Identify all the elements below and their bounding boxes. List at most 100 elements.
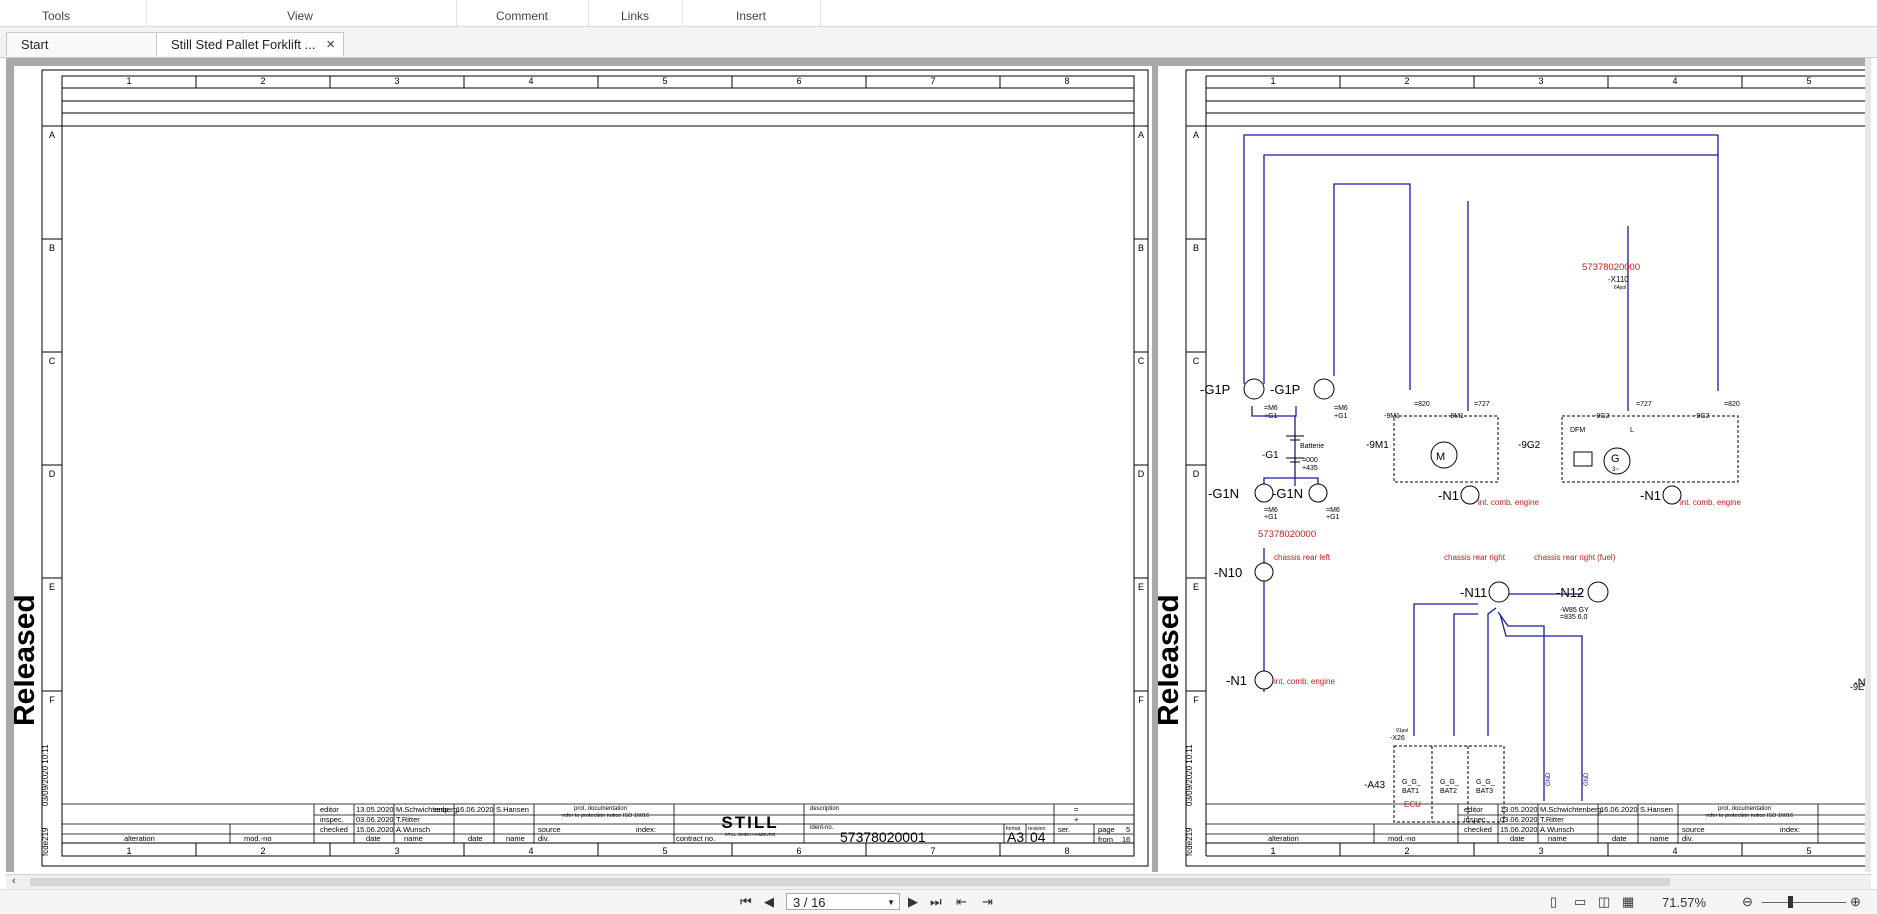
col-top-4: 4 <box>528 76 533 86</box>
tb-name-2: name <box>1650 834 1669 843</box>
label-9g2-left: -9G2 <box>1518 440 1541 451</box>
part-number-top: 57378020000 <box>1582 262 1640 273</box>
chevron-down-icon[interactable]: ▼ <box>887 894 895 911</box>
document-tab-bar: Start Still Sted Pallet Forklift ... × ▼ <box>0 27 1877 71</box>
label-m6-4: =M6 <box>1326 507 1340 514</box>
zoom-slider-handle[interactable] <box>1788 896 1793 908</box>
label-n10: -N10 <box>1214 565 1242 580</box>
label-m6-3: =M6 <box>1264 507 1278 514</box>
document-viewer[interactable]: 1 1 2 2 3 3 4 4 5 5 6 6 7 7 8 8 A A B B C C D D E E F F Released 0… <box>6 58 1871 872</box>
tb-prot-doc: prot. documentation <box>1718 806 1771 812</box>
vertical-scrollbar[interactable] <box>1865 58 1871 872</box>
tb-format: A3 <box>1007 829 1024 845</box>
col-bottom-8: 8 <box>1064 846 1069 856</box>
minus-icon[interactable]: ⊖ <box>1742 894 1753 910</box>
row-left-A: A <box>1193 130 1199 140</box>
label-w85: -W85 GY <box>1560 607 1589 614</box>
scrollbar-thumb[interactable] <box>30 878 1670 886</box>
label-g1n-1: -G1N <box>1208 486 1239 501</box>
released-watermark: Released <box>14 594 41 726</box>
tb-editor-label: editor <box>320 805 339 814</box>
ribbon-group-tools[interactable]: Tools <box>34 9 78 23</box>
label-9m1-pin-2: -9M1 <box>1448 413 1464 420</box>
col-top-7: 7 <box>930 76 935 86</box>
continuous-facing-view-icon[interactable]: ▦ <box>1622 894 1634 910</box>
label-g1p-1: -G1P <box>1200 382 1230 397</box>
forward-view-icon[interactable]: ⇥ <box>982 894 993 910</box>
label-g1ref-1: +G1 <box>1264 413 1278 420</box>
row-left-F: F <box>1193 695 1199 705</box>
tb-editor-name: M.Schwichtenberg <box>1540 805 1602 814</box>
generator-symbol: G <box>1611 453 1620 465</box>
back-view-icon[interactable]: ⇤ <box>956 894 967 910</box>
col-bottom-1: 1 <box>1270 846 1275 856</box>
label-ecu: ECU <box>1404 800 1421 809</box>
single-page-view-icon[interactable]: ▯ <box>1550 894 1557 910</box>
tb-date: date <box>1510 834 1525 843</box>
tb-editor-date: 13.05.2020 <box>1500 805 1538 814</box>
tb-checked-label: checked <box>1464 825 1492 834</box>
tb-mod-no: mod.-no <box>244 834 272 843</box>
tb-alteration: alteration <box>1268 834 1299 843</box>
tb-resp-date: 16.06.2020 <box>1600 805 1638 814</box>
col-top-8: 8 <box>1064 76 1069 86</box>
tb-date-2: date <box>1612 834 1627 843</box>
continuous-view-icon[interactable]: ▭ <box>1574 894 1586 910</box>
label-g1n-2: -G1N <box>1272 486 1303 501</box>
zoom-slider[interactable] <box>1762 902 1846 903</box>
col-bottom-6: 6 <box>796 846 801 856</box>
page-number-input[interactable]: 3 / 16 ▼ <box>786 893 900 910</box>
tb-checked-name: A.Wunsch <box>396 825 430 834</box>
page-right: 1 1 2 2 3 3 4 4 5 5 A B C D E F Released 03/09/2020 10… <box>1152 66 1871 872</box>
row-left-D: D <box>1193 469 1200 479</box>
prev-page-icon[interactable]: ◀ <box>764 894 774 910</box>
col-top-6: 6 <box>796 76 801 86</box>
col-bottom-3: 3 <box>1538 846 1543 856</box>
col-bottom-5: 5 <box>662 846 667 856</box>
label-m6-1: =M6 <box>1264 405 1278 412</box>
row-left-B: B <box>49 243 55 253</box>
tb-from: 16 <box>1122 835 1130 844</box>
tb-name: name <box>1548 834 1567 843</box>
tb-resp-label: resp. <box>434 805 451 814</box>
tb-revision: 04 <box>1030 829 1046 845</box>
col-bottom-5: 5 <box>1806 846 1811 856</box>
last-page-icon[interactable]: ⏭ <box>930 894 942 910</box>
ribbon-group-comment[interactable]: Comment <box>492 9 552 23</box>
plus-icon[interactable]: ⊕ <box>1850 894 1861 910</box>
row-right-C: C <box>1138 356 1145 366</box>
col-bottom-2: 2 <box>1404 846 1409 856</box>
ribbon-group-view[interactable]: View <box>280 9 320 23</box>
label-l: L <box>1630 427 1634 434</box>
tb-inspec-date: 03.06.2020 <box>356 815 394 824</box>
label-bat2: BAT2 <box>1440 788 1457 795</box>
row-left-C: C <box>1193 356 1200 366</box>
zoom-level[interactable]: 71.57% <box>1662 895 1706 910</box>
generator-phase: 3~ <box>1612 467 1619 473</box>
label-batterie: Batterie <box>1300 443 1324 450</box>
label-n1-b: -N1 <box>1438 488 1459 503</box>
label-int-comb-3: int. comb. engine <box>1680 498 1741 507</box>
tb-div-label: div. <box>1682 834 1693 843</box>
ribbon-group-insert[interactable]: Insert <box>718 9 784 23</box>
tab-document[interactable]: Still Sted Pallet Forklift ... × <box>156 32 344 56</box>
label-n1: -N1 <box>1226 673 1247 688</box>
ribbon-separator <box>820 0 821 26</box>
first-page-icon[interactable]: ⏮ <box>740 894 752 910</box>
tb-plus: + <box>1074 815 1079 824</box>
horizontal-scrollbar[interactable]: ‹ <box>6 874 1871 889</box>
row-left-C: C <box>49 356 56 366</box>
tb-resp-name: S.Hansen <box>496 805 529 814</box>
next-page-icon[interactable]: ▶ <box>908 894 918 910</box>
label-dfm: DFM <box>1570 427 1585 434</box>
chevron-left-icon[interactable]: ‹ <box>12 875 16 887</box>
facing-view-icon[interactable]: ◫ <box>1598 894 1610 910</box>
side-date: 03/09/2020 10:11 <box>1185 744 1194 806</box>
tb-prot-ref: refer to protection notice ISO 16016 <box>562 813 649 819</box>
label-p820-a: =820 <box>1414 401 1430 408</box>
tab-start[interactable]: Start <box>6 32 158 56</box>
tb-index-label: index: <box>1780 825 1800 834</box>
close-icon[interactable]: × <box>326 33 335 57</box>
label-g1ref-3: +G1 <box>1264 514 1278 521</box>
ribbon-group-links[interactable]: Links <box>610 9 660 23</box>
